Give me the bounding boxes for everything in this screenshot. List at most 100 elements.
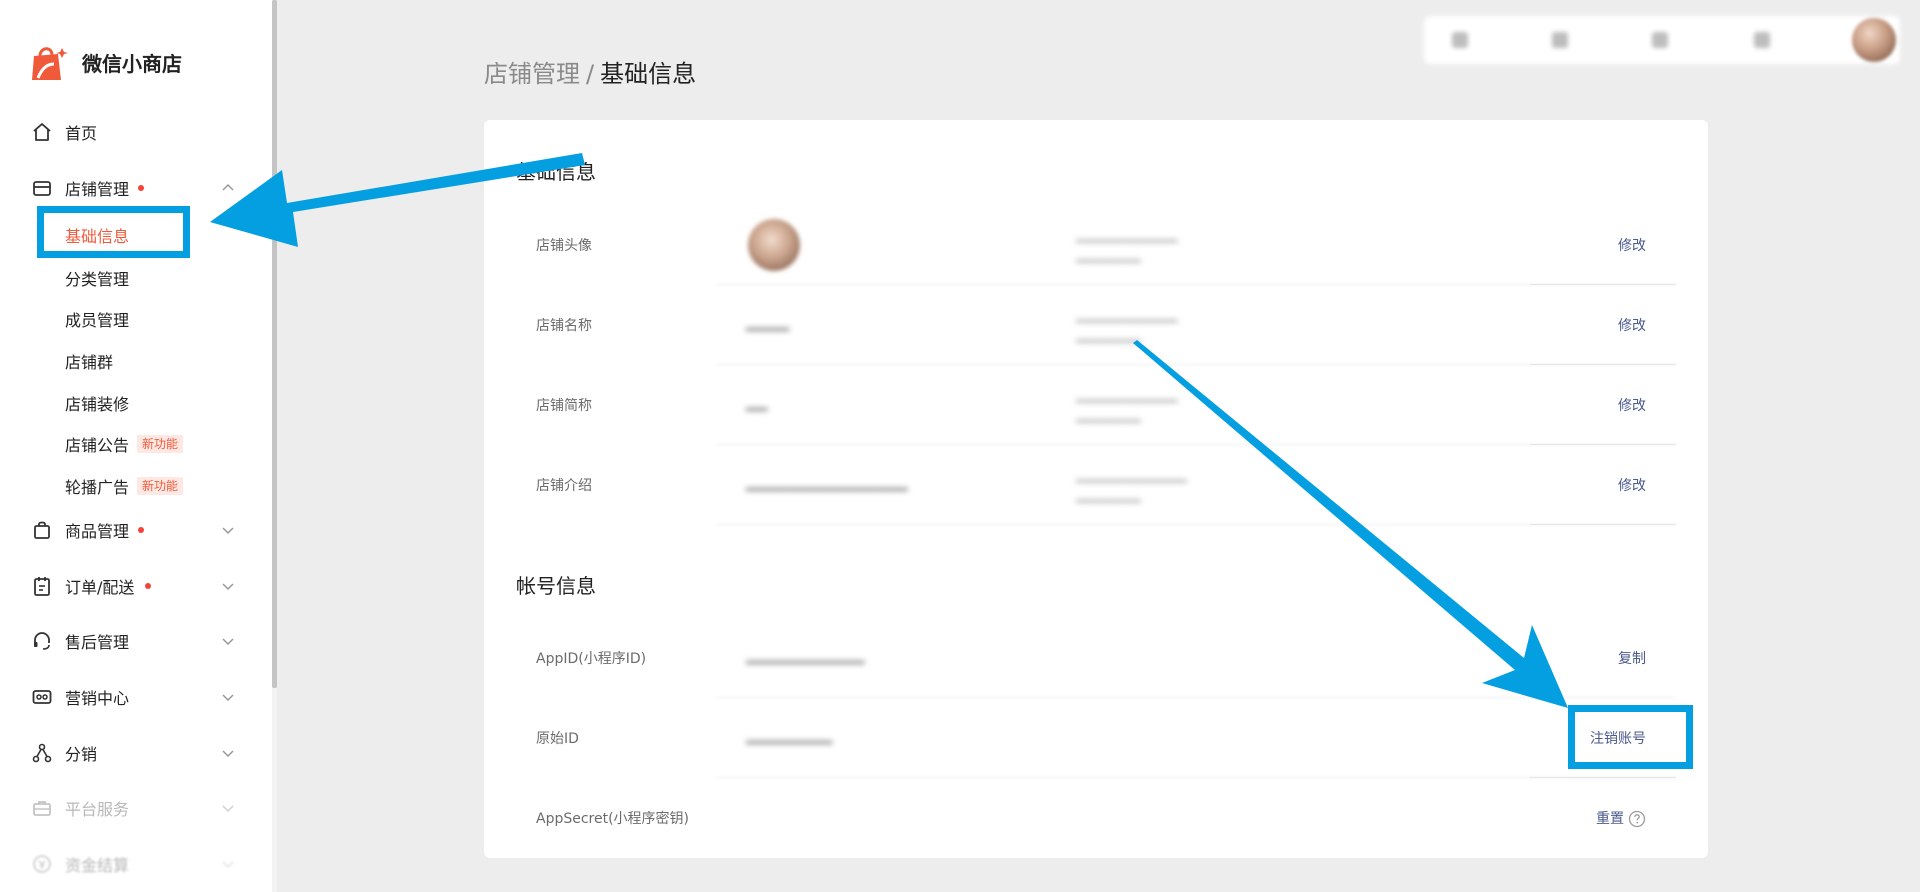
- sidebar-subitem-label: 成员管理: [65, 311, 130, 330]
- reset-label: 重置: [1596, 811, 1624, 827]
- sidebar-subitem-label: 店铺公告: [65, 436, 130, 455]
- notification-dot: [138, 185, 144, 191]
- chevron-up-icon: [222, 183, 234, 191]
- sidebar-item-products[interactable]: 商品管理: [0, 510, 272, 550]
- sidebar-item-label: 商品管理: [65, 522, 130, 541]
- home-icon: [33, 123, 51, 141]
- info-row-shop-intro: 店铺介绍 ▁▁▁▁▁▁▁▁▁▁▁▁▁▁▁ ▁▁▁▁▁▁▁▁▁▁▁▁ ▁▁▁▁▁▁▁…: [516, 445, 1676, 525]
- sidebar-subitem-label: 店铺装修: [65, 395, 130, 414]
- toolbar-icon: [1754, 32, 1770, 48]
- breadcrumb-current: 基础信息: [600, 60, 697, 88]
- toolbar-icon: [1652, 32, 1668, 48]
- sidebar-subitem-label: 分类管理: [65, 270, 130, 289]
- store-icon: [33, 181, 51, 196]
- chevron-down-icon: [222, 861, 234, 869]
- row-hint: ▁▁▁▁▁▁▁▁▁▁▁ ▁▁▁▁▁▁▁: [1076, 388, 1178, 422]
- sidebar-subitem-members[interactable]: 成员管理: [0, 301, 272, 337]
- info-row-shop-name: 店铺名称 ▁▁▁▁ ▁▁▁▁▁▁▁▁▁▁▁ ▁▁▁▁▁▁▁ 修改: [516, 285, 1676, 365]
- info-row-appsecret: AppSecret(小程序密钥) 重置: [516, 778, 1676, 858]
- row-value: ▁▁▁▁▁▁▁▁▁▁▁▁▁▁▁: [746, 475, 908, 491]
- info-row-original-id: 原始ID ▁▁▁▁▁▁▁▁ 注销账号: [516, 698, 1676, 778]
- user-avatar[interactable]: [1852, 18, 1896, 62]
- help-circle-icon[interactable]: [1628, 810, 1646, 828]
- breadcrumb: 店铺管理 / 基础信息: [484, 54, 696, 89]
- copy-appid-button[interactable]: 复制: [1618, 648, 1646, 668]
- coin-icon: [33, 855, 51, 873]
- sidebar-item-orders[interactable]: 订单/配送: [0, 566, 272, 606]
- share-icon: [32, 743, 52, 763]
- sidebar-subitem-decoration[interactable]: 店铺装修: [0, 385, 272, 421]
- order-icon: [34, 577, 50, 596]
- sidebar-subitem-category[interactable]: 分类管理: [0, 260, 272, 296]
- sidebar-subitem-label: 轮播广告: [65, 478, 130, 497]
- toolbar-icon: [1452, 32, 1468, 48]
- new-feature-badge: 新功能: [137, 435, 184, 453]
- sidebar-scrollbar[interactable]: [272, 0, 277, 892]
- chevron-down-icon: [222, 527, 234, 535]
- row-value: ▁▁▁▁: [746, 315, 790, 331]
- row-value: ▁▁▁▁▁▁▁▁: [746, 728, 833, 744]
- sidebar-item-settlement[interactable]: 资金结算: [0, 844, 272, 884]
- sidebar-item-label: 订单/配送: [65, 578, 135, 597]
- sidebar-item-label: 营销中心: [65, 689, 130, 708]
- toolbar-item[interactable]: [1452, 32, 1468, 48]
- row-value: ▁▁: [746, 395, 768, 411]
- notification-dot: [145, 583, 151, 589]
- toolbar-item[interactable]: [1652, 32, 1668, 48]
- breadcrumb-separator: /: [586, 60, 595, 88]
- sidebar-item-home[interactable]: 首页: [0, 112, 272, 152]
- sidebar-subitem-label: 店铺群: [65, 353, 114, 372]
- briefcase-icon: [33, 801, 51, 816]
- row-label: AppSecret(小程序密钥): [536, 811, 690, 827]
- info-row-shop-avatar: 店铺头像 ▁▁▁▁▁▁▁▁▁▁▁ ▁▁▁▁▁▁▁ 修改: [516, 205, 1676, 285]
- sidebar-item-label: 平台服务: [65, 800, 130, 819]
- sidebar-subitem-announcement[interactable]: 店铺公告 新功能: [0, 426, 272, 462]
- info-row-appid: AppID(小程序ID) ▁▁▁▁▁▁▁▁▁▁▁ 复制: [516, 618, 1676, 698]
- bag-icon: [34, 521, 50, 539]
- chevron-down-icon: [222, 694, 234, 702]
- sidebar-subitem-basic-info[interactable]: 基础信息: [0, 217, 272, 253]
- brand[interactable]: 微信小商店: [28, 42, 182, 82]
- shop-bag-logo-icon: [32, 47, 68, 80]
- chevron-down-icon: [222, 638, 234, 646]
- sidebar-item-label: 售后管理: [65, 633, 130, 652]
- headset-icon: [34, 632, 50, 650]
- sidebar-item-platform-services[interactable]: 平台服务: [0, 788, 272, 828]
- chevron-down-icon: [222, 750, 234, 758]
- row-value: ▁▁▁▁▁▁▁▁▁▁▁: [746, 648, 865, 664]
- info-card: 基础信息 店铺头像 ▁▁▁▁▁▁▁▁▁▁▁ ▁▁▁▁▁▁▁ 修改 店铺名称 ▁▁▁…: [484, 120, 1708, 858]
- breadcrumb-parent[interactable]: 店铺管理: [484, 60, 580, 88]
- sidebar-item-store-management[interactable]: 店铺管理: [0, 168, 272, 208]
- toolbar-item[interactable]: [1552, 32, 1568, 48]
- row-hint: ▁▁▁▁▁▁▁▁▁▁▁▁ ▁▁▁▁▁▁▁: [1076, 468, 1187, 502]
- toolbar-icon: [1552, 32, 1568, 48]
- edit-short-name-button[interactable]: 修改: [1618, 395, 1646, 415]
- sidebar: 微信小商店 首页 店铺管理 基础信息 分类管理 成员管理 店铺群 店铺装修 店铺…: [0, 0, 272, 892]
- edit-avatar-button[interactable]: 修改: [1618, 235, 1646, 255]
- edit-intro-button[interactable]: 修改: [1618, 475, 1646, 495]
- row-hint: ▁▁▁▁▁▁▁▁▁▁▁ ▁▁▁▁▁▁▁: [1076, 308, 1178, 342]
- sidebar-item-marketing[interactable]: 营销中心: [0, 677, 272, 717]
- deactivate-account-button[interactable]: 注销账号: [1590, 728, 1646, 748]
- sidebar-item-after-sales[interactable]: 售后管理: [0, 621, 272, 661]
- row-label: AppID(小程序ID): [536, 651, 647, 667]
- app-name: 微信小商店: [82, 51, 182, 76]
- reset-appsecret-button[interactable]: 重置: [1596, 808, 1646, 828]
- section-title-account-info: 帐号信息: [516, 574, 596, 598]
- row-hint: ▁▁▁▁▁▁▁▁▁▁▁ ▁▁▁▁▁▁▁: [1076, 228, 1178, 262]
- sidebar-subitem-banner-ads[interactable]: 轮播广告 新功能: [0, 468, 272, 504]
- sidebar-subitem-label: 基础信息: [65, 227, 130, 246]
- row-label: 店铺简称: [536, 398, 592, 414]
- notification-dot: [138, 527, 144, 533]
- sidebar-item-distribution[interactable]: 分销: [0, 733, 272, 773]
- scrollbar-thumb[interactable]: [272, 0, 277, 688]
- row-divider: [1530, 524, 1676, 525]
- row-label: 店铺介绍: [536, 478, 592, 494]
- sidebar-item-label: 分销: [65, 745, 98, 764]
- toolbar-item[interactable]: [1754, 32, 1770, 48]
- ticket-icon: [32, 690, 52, 704]
- shop-avatar-image: [748, 219, 800, 271]
- top-toolbar: [1424, 16, 1900, 64]
- sidebar-subitem-store-group[interactable]: 店铺群: [0, 343, 272, 379]
- edit-name-button[interactable]: 修改: [1618, 315, 1646, 335]
